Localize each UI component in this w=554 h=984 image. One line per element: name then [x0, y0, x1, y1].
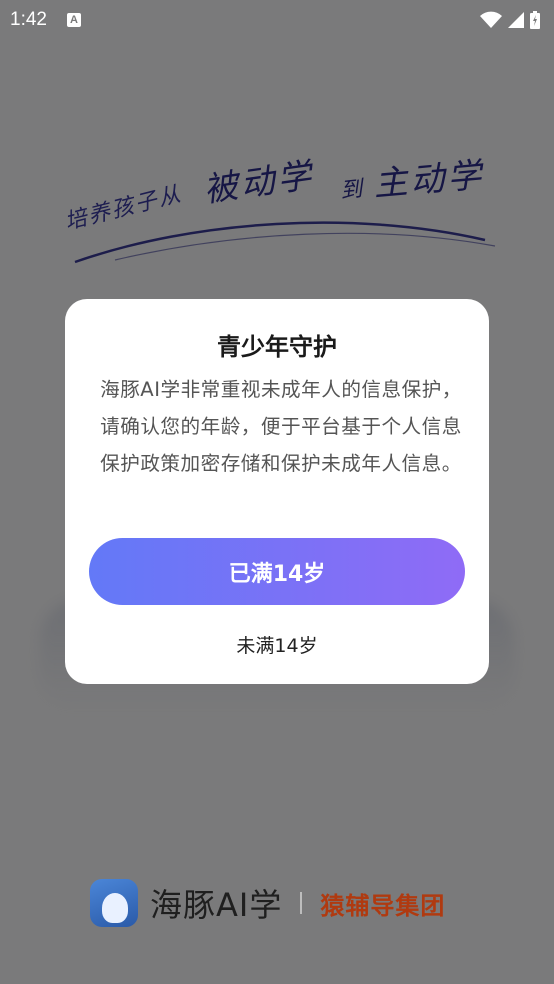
confirm-over-14-button[interactable]: 已满14岁 — [89, 538, 465, 605]
dialog-body: 海豚AI学非常重视未成年人的信息保护，请确认您的年龄，便于平台基于个人信息保护政… — [100, 378, 462, 475]
brand-name: 海豚AI学 — [150, 886, 283, 924]
status-time: 1:42 — [10, 9, 47, 30]
dialog-title: 青少年守护 — [217, 333, 337, 361]
notification-icon: A — [66, 13, 81, 27]
dolphin-logo-icon — [90, 879, 138, 927]
brand-group: 猿辅导集团 — [320, 891, 446, 920]
age-confirm-dialog: 青少年守护 海豚AI学非常重视未成年人的信息保护，请确认您的年龄，便于平台基于个… — [65, 299, 489, 684]
status-bar: 1:42 A — [0, 0, 554, 40]
under-14-button[interactable]: 未满14岁 — [65, 631, 489, 658]
wifi-icon — [480, 11, 502, 28]
signal-icon — [508, 12, 524, 28]
brand-divider — [300, 892, 303, 914]
battery-icon — [530, 11, 540, 29]
brand-footer: 海豚AI学 猿辅导集团 — [90, 878, 445, 928]
status-icons — [480, 11, 540, 29]
